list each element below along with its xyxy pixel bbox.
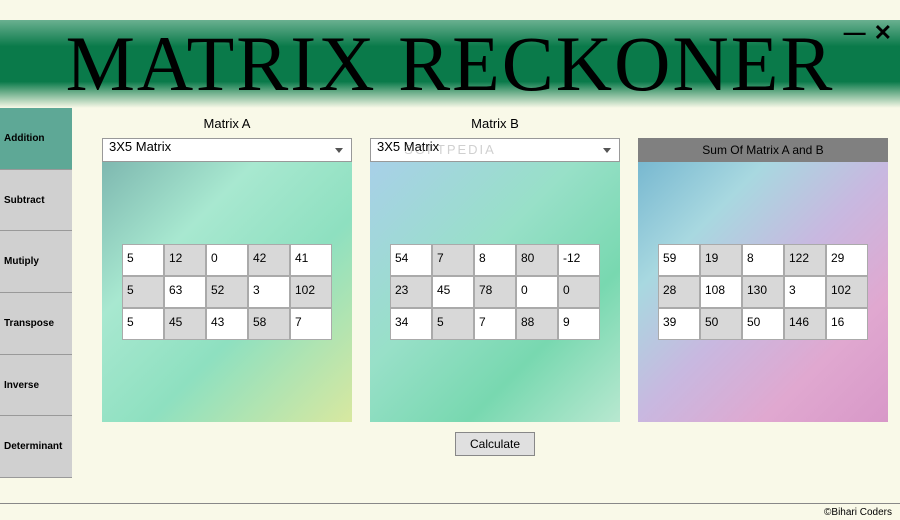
matrix-b-cell[interactable]: 34 — [390, 308, 432, 340]
matrix-b-box: 54 7 8 80 -12 23 45 78 0 0 34 5 7 88 — [370, 162, 620, 422]
result-cell: 8 — [742, 244, 784, 276]
sidebar-item-inverse[interactable]: Inverse — [0, 355, 72, 417]
matrix-b-size-select[interactable]: 3X5 Matrix — [370, 138, 620, 162]
matrix-a-cell[interactable]: 43 — [206, 308, 248, 340]
matrix-a-cell[interactable]: 7 — [290, 308, 332, 340]
matrix-b-cell[interactable]: 8 — [474, 244, 516, 276]
result-cell: 108 — [700, 276, 742, 308]
matrix-a-cell[interactable]: 12 — [164, 244, 206, 276]
result-header: Sum Of Matrix A and B — [638, 138, 888, 162]
result-box: 59 19 8 122 29 28 108 130 3 102 39 50 50… — [638, 162, 888, 422]
minimize-icon[interactable]: — — [844, 22, 866, 44]
matrix-b-cell[interactable]: 80 — [516, 244, 558, 276]
matrix-b-cell[interactable]: 7 — [474, 308, 516, 340]
matrix-b-cell[interactable]: 9 — [558, 308, 600, 340]
footer-divider — [0, 503, 900, 504]
matrix-b-cell[interactable]: 0 — [516, 276, 558, 308]
result-grid: 59 19 8 122 29 28 108 130 3 102 39 50 50… — [658, 244, 868, 340]
matrix-b-grid: 54 7 8 80 -12 23 45 78 0 0 34 5 7 88 — [390, 244, 600, 340]
header-banner: MATRIX RECKONER — [0, 20, 900, 108]
panel-matrix-a: Matrix A 3X5 Matrix 5 12 0 42 41 5 63 52… — [102, 116, 352, 422]
matrix-a-cell[interactable]: 41 — [290, 244, 332, 276]
matrix-b-cell[interactable]: -12 — [558, 244, 600, 276]
result-cell: 28 — [658, 276, 700, 308]
result-cell: 3 — [784, 276, 826, 308]
matrix-a-cell[interactable]: 3 — [248, 276, 290, 308]
matrix-a-cell[interactable]: 63 — [164, 276, 206, 308]
matrix-b-cell[interactable]: 78 — [474, 276, 516, 308]
matrix-b-cell[interactable]: 0 — [558, 276, 600, 308]
matrix-b-label: Matrix B — [370, 116, 620, 134]
sidebar-item-subtract[interactable]: Subtract — [0, 170, 72, 232]
matrix-a-cell[interactable]: 5 — [122, 244, 164, 276]
matrix-a-cell[interactable]: 5 — [122, 276, 164, 308]
result-cell: 16 — [826, 308, 868, 340]
result-cell: 102 — [826, 276, 868, 308]
matrix-a-cell[interactable]: 0 — [206, 244, 248, 276]
matrix-a-label: Matrix A — [102, 116, 352, 134]
footer-copyright: ©Bihari Coders — [824, 507, 892, 518]
result-cell: 146 — [784, 308, 826, 340]
matrix-a-cell[interactable]: 102 — [290, 276, 332, 308]
result-cell: 50 — [742, 308, 784, 340]
close-icon[interactable]: ✕ — [874, 22, 892, 44]
matrix-a-cell[interactable]: 45 — [164, 308, 206, 340]
sidebar: Addition Subtract Mutiply Transpose Inve… — [0, 108, 72, 478]
sidebar-item-addition[interactable]: Addition — [0, 108, 72, 170]
result-spacer — [638, 116, 888, 134]
result-cell: 39 — [658, 308, 700, 340]
matrix-a-cell[interactable]: 5 — [122, 308, 164, 340]
matrix-a-grid: 5 12 0 42 41 5 63 52 3 102 5 45 43 58 — [122, 244, 332, 340]
matrix-b-cell[interactable]: 5 — [432, 308, 474, 340]
app-title: MATRIX RECKONER — [66, 19, 835, 109]
result-cell: 29 — [826, 244, 868, 276]
matrix-a-box: 5 12 0 42 41 5 63 52 3 102 5 45 43 58 — [102, 162, 352, 422]
result-cell: 122 — [784, 244, 826, 276]
matrix-b-cell[interactable]: 88 — [516, 308, 558, 340]
panel-result: Sum Of Matrix A and B 59 19 8 122 29 28 … — [638, 116, 888, 422]
sidebar-item-transpose[interactable]: Transpose — [0, 293, 72, 355]
matrix-a-cell[interactable]: 42 — [248, 244, 290, 276]
sidebar-item-determinant[interactable]: Determinant — [0, 416, 72, 478]
matrix-b-cell[interactable]: 45 — [432, 276, 474, 308]
matrix-b-cell[interactable]: 23 — [390, 276, 432, 308]
matrix-b-cell[interactable]: 54 — [390, 244, 432, 276]
matrix-a-cell[interactable]: 58 — [248, 308, 290, 340]
sidebar-item-multiply[interactable]: Mutiply — [0, 231, 72, 293]
result-cell: 130 — [742, 276, 784, 308]
result-cell: 59 — [658, 244, 700, 276]
calculate-button[interactable]: Calculate — [455, 432, 535, 456]
matrix-a-size-select[interactable]: 3X5 Matrix — [102, 138, 352, 162]
result-cell: 50 — [700, 308, 742, 340]
matrix-a-cell[interactable]: 52 — [206, 276, 248, 308]
result-cell: 19 — [700, 244, 742, 276]
panel-matrix-b: Matrix B 3X5 Matrix 54 7 8 80 -12 23 45 … — [370, 116, 620, 422]
matrix-b-cell[interactable]: 7 — [432, 244, 474, 276]
